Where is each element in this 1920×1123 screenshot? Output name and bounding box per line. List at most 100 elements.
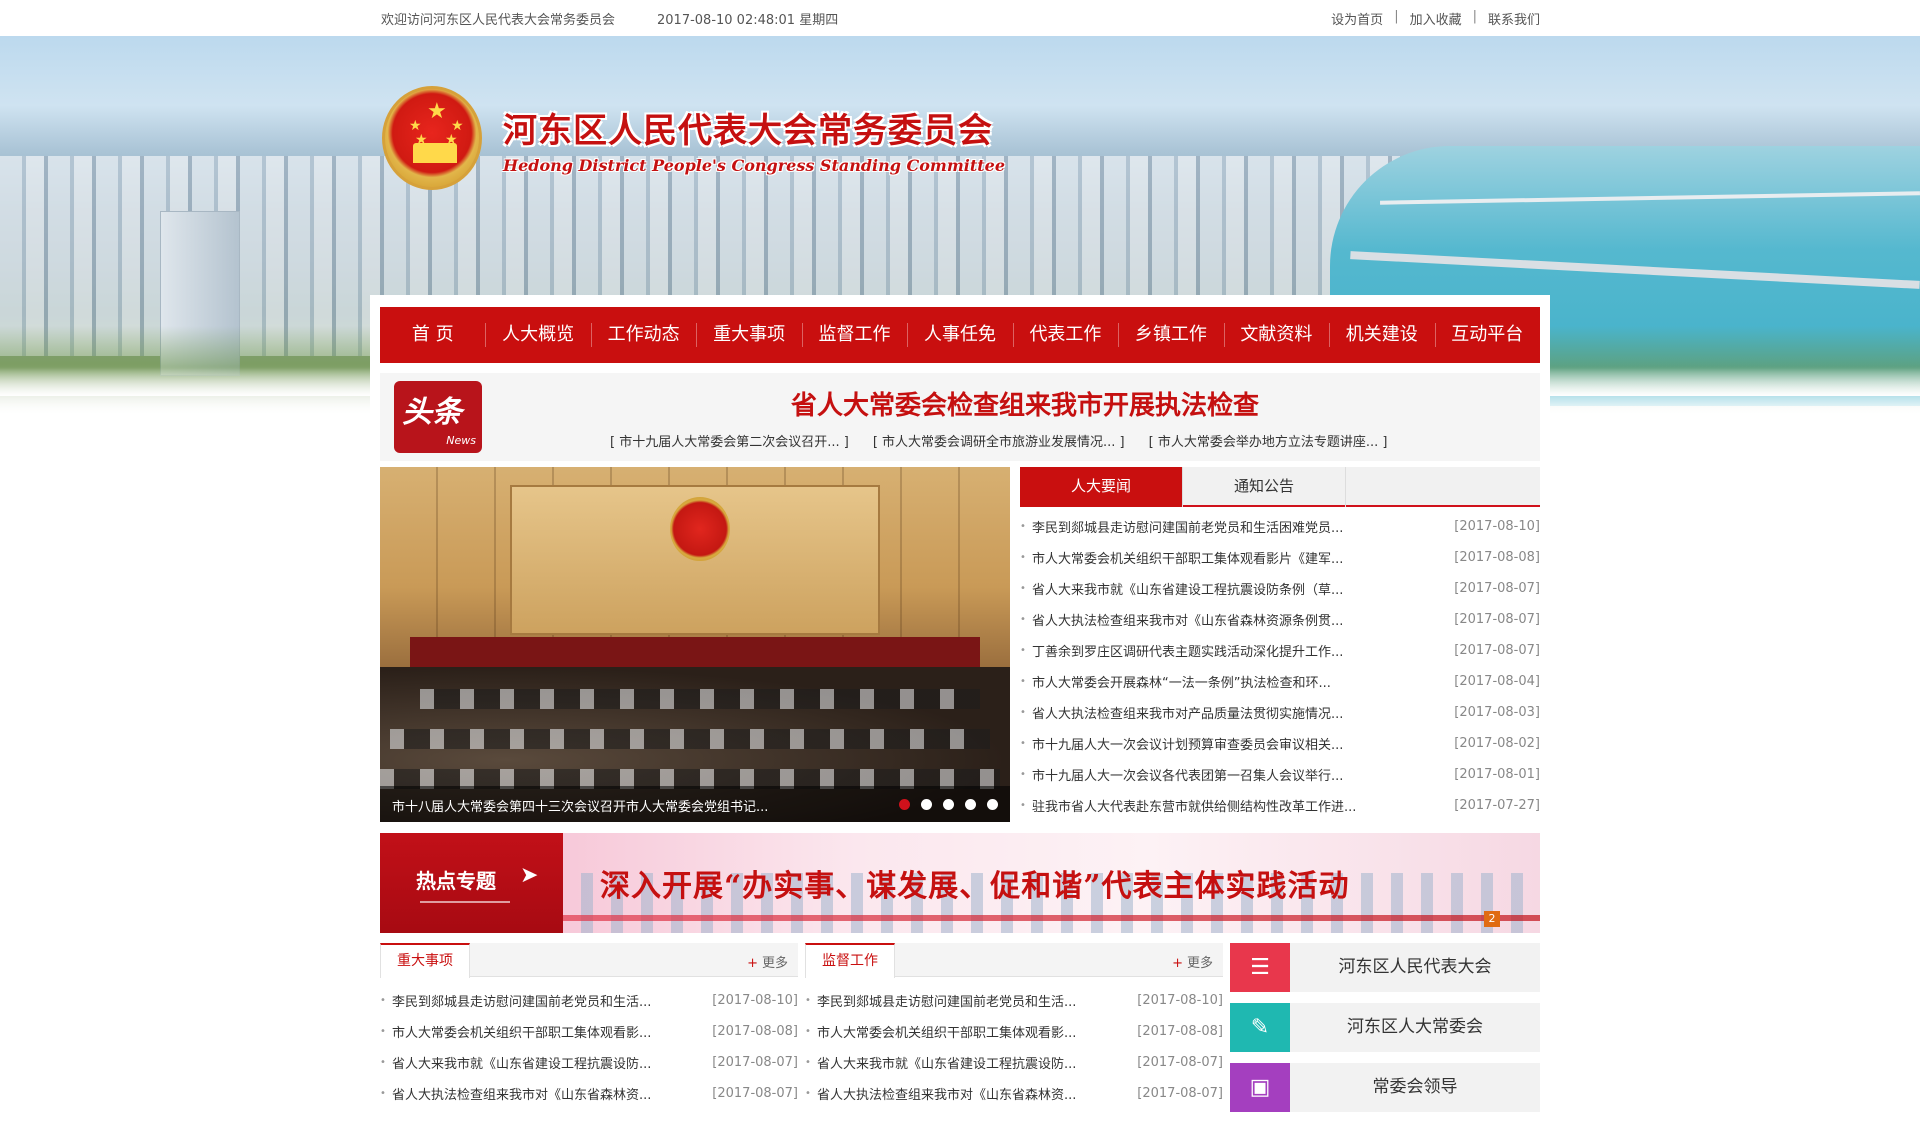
slider-dot[interactable]	[899, 799, 910, 810]
headline-sub-link[interactable]: [ 市人大常委会举办地方立法专题讲座... ]	[1149, 431, 1388, 450]
news-panel: 人大要闻 通知公告 • 李民到郯城县走访慰问建国前老党员和生活困难党员... [20…	[1020, 467, 1540, 822]
bullet-icon: •	[380, 1057, 386, 1068]
list-item[interactable]: • 市人大常委会机关组织干部职工集体观看影... [2017-08-08]	[805, 1016, 1223, 1047]
news-item[interactable]: • 市十九届人大一次会议各代表团第一召集人会议举行... [2017-08-01]	[1020, 759, 1540, 790]
news-item-date: [2017-08-01]	[1454, 767, 1540, 782]
bullet-icon: •	[1020, 645, 1026, 656]
slider-dot[interactable]	[987, 799, 998, 810]
nav-item-deputy-work[interactable]: 代表工作	[1012, 307, 1118, 363]
more-link[interactable]: + 更多	[1172, 952, 1213, 971]
list-item[interactable]: • 省人大来我市就《山东省建设工程抗震设防... [2017-08-07]	[805, 1047, 1223, 1078]
news-item-title[interactable]: 驻我市省人大代表赴东营市就供给侧结构性改革工作进...	[1032, 796, 1452, 815]
quick-link-standing-committee[interactable]: ✎ 河东区人大常委会	[1230, 1003, 1540, 1052]
news-item[interactable]: • 市人大常委会开展森林“一法一条例”执法检查和环... [2017-08-04]	[1020, 666, 1540, 697]
list-item-title[interactable]: 省人大执法检查组来我市对《山东省森林资...	[392, 1084, 710, 1103]
set-homepage-link[interactable]: 设为首页	[1331, 9, 1383, 28]
list-item-title[interactable]: 李民到郯城县走访慰问建国前老党员和生活...	[392, 991, 710, 1010]
news-item-title[interactable]: 丁善余到罗庄区调研代表主题实践活动深化提升工作...	[1032, 641, 1452, 660]
news-item-title[interactable]: 省人大执法检查组来我市对产品质量法贯彻实施情况...	[1032, 703, 1452, 722]
nav-item-overview[interactable]: 人大概览	[485, 307, 590, 363]
hot-topic-title: 热点专题	[416, 869, 496, 893]
nav-item-major-matters[interactable]: 重大事项	[696, 307, 801, 363]
nav-item-appointments[interactable]: 人事任免	[907, 307, 1012, 363]
quick-link-label: 常委会领导	[1372, 1077, 1458, 1097]
headline-sub-link[interactable]: [ 市十九届人大常委会第二次会议召开... ]	[610, 431, 849, 450]
meeting-table-image	[410, 637, 980, 667]
news-item[interactable]: • 丁善余到罗庄区调研代表主题实践活动深化提升工作... [2017-08-07]	[1020, 635, 1540, 666]
news-item-title[interactable]: 省人大来我市就《山东省建设工程抗震设防条例（草...	[1032, 579, 1452, 598]
bullet-icon: •	[1020, 769, 1026, 780]
list-item-title[interactable]: 李民到郯城县走访慰问建国前老党员和生活...	[817, 991, 1135, 1010]
headline-sub-link[interactable]: [ 市人大常委会调研全市旅游业发展情况... ]	[873, 431, 1125, 450]
tab-npc-news[interactable]: 人大要闻	[1020, 467, 1183, 507]
slider-dot[interactable]	[921, 799, 932, 810]
bullet-icon: •	[805, 1026, 811, 1037]
headline-sub-links: [ 市十九届人大常委会第二次会议召开... ] [ 市人大常委会调研全市旅游业发…	[610, 431, 1387, 450]
quick-link-congress[interactable]: ☰ 河东区人民代表大会	[1230, 943, 1540, 992]
list-item-title[interactable]: 省人大来我市就《山东省建设工程抗震设防...	[392, 1053, 710, 1072]
list-item-title[interactable]: 市人大常委会机关组织干部职工集体观看影...	[817, 1022, 1135, 1041]
news-item[interactable]: • 李民到郯城县走访慰问建国前老党员和生活困难党员... [2017-08-10]	[1020, 511, 1540, 542]
bullet-icon: •	[380, 995, 386, 1006]
section-title[interactable]: 重大事项	[380, 943, 470, 978]
tab-notices[interactable]: 通知公告	[1183, 467, 1346, 507]
list-item-title[interactable]: 省人大执法检查组来我市对《山东省森林资...	[817, 1084, 1135, 1103]
list-item[interactable]: • 省人大执法检查组来我市对《山东省森林资... [2017-08-07]	[805, 1078, 1223, 1109]
news-item-title[interactable]: 市十九届人大一次会议计划预算审查委员会审议相关...	[1032, 734, 1452, 753]
list-item-date: [2017-08-10]	[712, 993, 798, 1008]
list-item[interactable]: • 李民到郯城县走访慰问建国前老党员和生活... [2017-08-10]	[380, 985, 798, 1016]
quick-link-leaders[interactable]: ▣ 常委会领导	[1230, 1063, 1540, 1112]
more-link-label: 更多	[761, 956, 788, 971]
more-link[interactable]: + 更多	[747, 952, 788, 971]
list-item[interactable]: • 省人大来我市就《山东省建设工程抗震设防... [2017-08-07]	[380, 1047, 798, 1078]
section-title[interactable]: 监督工作	[805, 943, 895, 978]
headline-title[interactable]: 省人大常委会检查组来我市开展执法检查	[380, 385, 1540, 422]
slider-dot[interactable]	[943, 799, 954, 810]
slider-dot[interactable]	[965, 799, 976, 810]
top-links: 设为首页 | 加入收藏 | 联系我们	[1331, 9, 1540, 28]
news-item-title[interactable]: 市人大常委会机关组织干部职工集体观看影片《建军...	[1032, 548, 1452, 567]
list-item[interactable]: • 省人大执法检查组来我市对《山东省森林资... [2017-08-07]	[380, 1078, 798, 1109]
list-item-date: [2017-08-07]	[1137, 1055, 1223, 1070]
hot-topic-banner[interactable]: 热点专题 ➤ 深入开展“办实事、谋发展、促和谐”代表主体实践活动 2	[380, 833, 1540, 933]
news-item[interactable]: • 省人大执法检查组来我市对产品质量法贯彻实施情况... [2017-08-03]	[1020, 697, 1540, 728]
news-item-title[interactable]: 李民到郯城县走访慰问建国前老党员和生活困难党员...	[1032, 517, 1452, 536]
major-matters-list: • 李民到郯城县走访慰问建国前老党员和生活... [2017-08-10] • 市人大常…	[380, 985, 798, 1109]
news-item[interactable]: • 市十九届人大一次会议计划预算审查委员会审议相关... [2017-08-02]	[1020, 728, 1540, 759]
section-header: 监督工作 + 更多	[805, 943, 1223, 978]
slider-dots	[899, 799, 998, 810]
list-item-title[interactable]: 市人大常委会机关组织干部职工集体观看影...	[392, 1022, 710, 1041]
contact-us-link[interactable]: 联系我们	[1488, 9, 1540, 28]
news-item[interactable]: • 省人大执法检查组来我市对《山东省森林资源条例贯... [2017-08-07]	[1020, 604, 1540, 635]
news-item-title[interactable]: 省人大执法检查组来我市对《山东省森林资源条例贯...	[1032, 610, 1452, 629]
nav-item-work-news[interactable]: 工作动态	[590, 307, 696, 363]
nav-item-supervision[interactable]: 监督工作	[801, 307, 907, 363]
current-datetime: 2017-08-10 02:48:01 星期四	[657, 13, 839, 28]
bullet-icon: •	[1020, 800, 1026, 811]
slider-caption[interactable]: 市十八届人大常委会第四十三次会议召开市人大常委会党组书记...	[392, 796, 768, 815]
bullet-icon: •	[805, 995, 811, 1006]
news-item-title[interactable]: 市十九届人大一次会议各代表团第一召集人会议举行...	[1032, 765, 1452, 784]
nav-item-home[interactable]: 首 页	[380, 307, 485, 363]
add-favorite-link[interactable]: 加入收藏	[1410, 9, 1462, 28]
nav-item-township-work[interactable]: 乡镇工作	[1118, 307, 1223, 363]
nav-item-interaction[interactable]: 互动平台	[1434, 307, 1540, 363]
news-item-title[interactable]: 市人大常委会开展森林“一法一条例”执法检查和环...	[1032, 672, 1452, 691]
document-pen-icon: ✎	[1230, 1003, 1290, 1052]
news-item[interactable]: • 驻我市省人大代表赴东营市就供给侧结构性改革工作进... [2017-07-27]	[1020, 790, 1540, 821]
news-item[interactable]: • 省人大来我市就《山东省建设工程抗震设防条例（草... [2017-08-07]	[1020, 573, 1540, 604]
news-item-date: [2017-08-02]	[1454, 736, 1540, 751]
photo-slider[interactable]: 市十八届人大常委会第四十三次会议召开市人大常委会党组书记...	[380, 467, 1010, 822]
banner-page-indicator[interactable]: 2	[1484, 911, 1500, 927]
news-list: • 李民到郯城县走访慰问建国前老党员和生活困难党员... [2017-08-10] •…	[1020, 511, 1540, 821]
list-item-date: [2017-08-08]	[712, 1024, 798, 1039]
list-item[interactable]: • 市人大常委会机关组织干部职工集体观看影... [2017-08-08]	[380, 1016, 798, 1047]
nav-item-documents[interactable]: 文献资料	[1223, 307, 1329, 363]
news-item[interactable]: • 市人大常委会机关组织干部职工集体观看影片《建军... [2017-08-08]	[1020, 542, 1540, 573]
news-item-date: [2017-08-07]	[1454, 581, 1540, 596]
nav-item-organ-building[interactable]: 机关建设	[1329, 307, 1434, 363]
list-item[interactable]: • 李民到郯城县走访慰问建国前老党员和生活... [2017-08-10]	[805, 985, 1223, 1016]
bullet-icon: •	[1020, 583, 1026, 594]
list-item-date: [2017-08-08]	[1137, 1024, 1223, 1039]
list-item-title[interactable]: 省人大来我市就《山东省建设工程抗震设防...	[817, 1053, 1135, 1072]
